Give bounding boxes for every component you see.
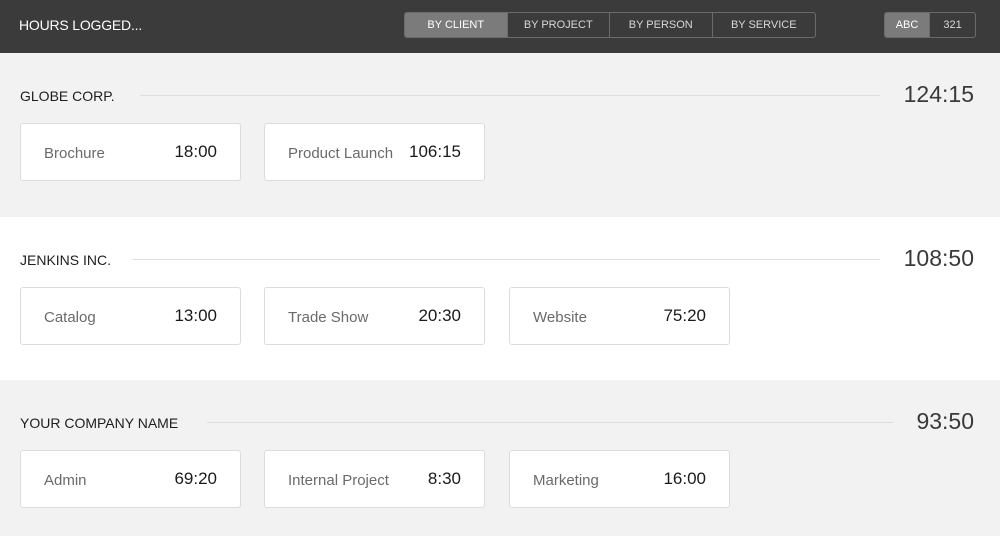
project-hours: 106:15 xyxy=(409,142,461,161)
project-hours: 16:00 xyxy=(663,469,706,488)
project-name: Internal Project xyxy=(288,472,389,489)
client-name: JENKINS INC. xyxy=(20,252,112,268)
project-card[interactable]: Internal Project 8:30 xyxy=(264,450,485,508)
page-title: HOURS LOGGED... xyxy=(19,17,143,33)
project-hours: 18:00 xyxy=(174,142,217,161)
tab-by-person[interactable]: BY PERSON xyxy=(610,13,713,37)
project-card[interactable]: Trade Show 20:30 xyxy=(264,287,485,345)
project-name: Product Launch xyxy=(288,145,394,162)
project-card[interactable]: Product Launch 106:15 xyxy=(264,123,485,181)
divider xyxy=(207,422,893,423)
project-hours: 13:00 xyxy=(174,306,217,325)
project-name: Brochure xyxy=(44,145,105,162)
project-card[interactable]: Catalog 13:00 xyxy=(20,287,241,345)
client-name: GLOBE CORP. xyxy=(20,88,115,104)
project-card[interactable]: Marketing 16:00 xyxy=(509,450,730,508)
client-group-globe-corp: GLOBE CORP. 124:15 Brochure 18:00 Produc… xyxy=(0,53,1000,217)
tab-by-service[interactable]: BY SERVICE xyxy=(713,13,816,37)
sort-toggle: ABC 321 xyxy=(884,12,976,38)
client-total-hours: 124:15 xyxy=(903,81,974,107)
project-hours: 20:30 xyxy=(418,306,461,325)
sort-numeric-button[interactable]: 321 xyxy=(930,13,975,37)
project-hours: 75:20 xyxy=(663,306,706,325)
project-card[interactable]: Brochure 18:00 xyxy=(20,123,241,181)
divider xyxy=(133,259,880,260)
client-name: YOUR COMPANY NAME xyxy=(20,415,179,431)
client-total-hours: 93:50 xyxy=(916,408,974,434)
project-name: Trade Show xyxy=(288,309,369,326)
client-group-jenkins-inc: JENKINS INC. 108:50 Catalog 13:00 Trade … xyxy=(0,217,1000,380)
sort-alphabetical-button[interactable]: ABC xyxy=(885,13,931,37)
project-name: Marketing xyxy=(533,472,599,489)
project-name: Catalog xyxy=(44,309,96,326)
client-group-your-company-name: YOUR COMPANY NAME 93:50 Admin 69:20 Inte… xyxy=(0,380,1000,536)
project-hours: 8:30 xyxy=(427,469,461,488)
tab-by-client[interactable]: BY CLIENT xyxy=(405,13,508,37)
client-total-hours: 108:50 xyxy=(903,245,974,271)
divider xyxy=(140,95,880,96)
top-bar: HOURS LOGGED... BY CLIENT BY PROJECT BY … xyxy=(0,0,1000,53)
project-name: Website xyxy=(533,309,587,326)
tab-by-project[interactable]: BY PROJECT xyxy=(508,13,610,37)
project-hours: 69:20 xyxy=(174,469,217,488)
project-name: Admin xyxy=(44,472,87,489)
view-mode-toggle: BY CLIENT BY PROJECT BY PERSON BY SERVIC… xyxy=(404,12,816,38)
project-card[interactable]: Website 75:20 xyxy=(509,287,730,345)
project-card[interactable]: Admin 69:20 xyxy=(20,450,241,508)
